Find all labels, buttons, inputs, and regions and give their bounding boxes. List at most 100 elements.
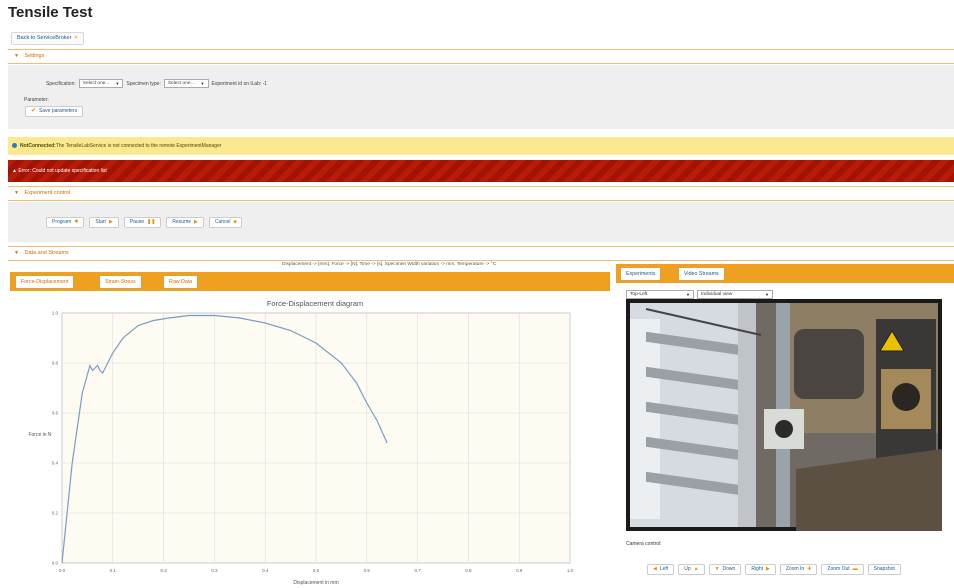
x-tick-label: 0.2	[160, 568, 167, 573]
zoom-in-label: Zoom In	[785, 566, 805, 572]
tab-force-displacement[interactable]: Force-Displacement	[15, 275, 75, 289]
camera-right-label: Right	[751, 566, 763, 572]
view-mode-select-value: Individual view	[701, 292, 733, 297]
tab-experiments[interactable]: Experiments	[620, 267, 662, 281]
zoom-in-button[interactable]: Zoom In ✚	[779, 564, 818, 575]
camera-up-button[interactable]: Up ▲	[678, 564, 705, 575]
experiment-control-header[interactable]: ▼ Experiment control	[8, 186, 954, 201]
stop-icon: ■	[233, 219, 237, 225]
video-frame-image	[626, 299, 942, 531]
collapse-triangle-icon: ▼	[14, 190, 19, 196]
specimen-select-value: Select one...	[167, 81, 195, 86]
camera-control-buttons: ◀ Left Up ▲ ▼ Down Right ▶ Zoom In ✚ Zoo…	[647, 564, 901, 575]
gear-icon: ✱	[74, 219, 79, 225]
experiment-control-label: Experiment control	[24, 190, 71, 196]
zoom-out-button[interactable]: Zoom Out ▬	[821, 564, 864, 575]
y-tick-label: 0.8	[52, 361, 59, 366]
cancel-button[interactable]: Cancel ■	[208, 217, 243, 228]
x-tick-label: 0.9	[516, 568, 523, 573]
view-mode-select[interactable]: Individual view ▼	[697, 290, 773, 299]
x-tick-label: 0.4	[262, 568, 269, 573]
arrow-up-icon: ▲	[693, 566, 699, 572]
resume-icon: ▶	[194, 219, 198, 225]
zoom-in-icon: ✚	[807, 566, 812, 572]
camera-up-label: Up	[684, 566, 691, 572]
start-button[interactable]: Start ▶	[89, 217, 119, 228]
chevron-down-icon: ▼	[115, 81, 120, 86]
force-displacement-chart: Force-Displacement diagram 0.0 0.1 0.2 0.3 0…	[28, 299, 573, 586]
data-streams-label: Data and Streams	[24, 250, 69, 256]
save-parameters-label: Save parameters	[39, 108, 78, 114]
chart-title: Force-Displacement diagram	[267, 299, 363, 308]
cancel-button-label: Cancel	[214, 219, 231, 225]
y-tick-label: 0.4	[52, 461, 59, 466]
play-icon: ▶	[108, 219, 113, 225]
back-to-servicebroker-button[interactable]: Back to ServiceBroker »	[11, 32, 84, 45]
experiment-id-text: Experiment id on iLab: -1	[211, 80, 268, 87]
camera-right-button[interactable]: Right ▶	[745, 564, 776, 575]
program-button[interactable]: Program ✱	[46, 217, 85, 228]
resume-button[interactable]: Resume ▶	[166, 217, 204, 228]
data-streams-header[interactable]: ▼ Data and Streams	[8, 246, 954, 261]
start-button-label: Start	[95, 219, 106, 225]
specification-select[interactable]: Select one... ▼	[78, 79, 124, 88]
tab-video-streams[interactable]: Video Streams	[678, 267, 725, 281]
collapse-triangle-icon: ▼	[14, 250, 19, 256]
experiment-control-buttons: Program ✱ Start ▶ Pause ❚❚ Resume ▶ Canc…	[46, 217, 243, 228]
specimen-select[interactable]: Select one... ▼	[163, 79, 209, 88]
error-text: Error: Could not update specification li…	[18, 168, 107, 174]
camera-left-label: Left	[659, 566, 669, 572]
camera-left-button[interactable]: ◀ Left	[647, 564, 675, 575]
info-icon	[12, 143, 17, 148]
resume-button-label: Resume	[172, 219, 192, 225]
tab-raw-data[interactable]: Raw Data	[163, 275, 199, 289]
page-title: Tensile Test	[8, 4, 93, 21]
camera-control-label: Camera control:	[626, 541, 662, 547]
snapshot-button[interactable]: Snapshot	[867, 564, 901, 575]
y-tick-label: 0.6	[52, 411, 59, 416]
settings-row: Specification: Select one... ▼ Specimen …	[46, 79, 267, 88]
y-tick-label: 0.2	[52, 511, 59, 516]
error-alert: ▲ Error: Could not update specification …	[8, 160, 954, 182]
x-tick-label: 0.0	[59, 568, 66, 573]
data-tabs-bar: Force-Displacement Strain-Stress Raw Dat…	[10, 272, 610, 291]
arrow-right-icon: »	[74, 35, 78, 41]
video-stream	[626, 299, 942, 531]
settings-section-header[interactable]: ▼ Settings	[8, 49, 954, 64]
zoom-out-label: Zoom Out	[827, 566, 850, 572]
warning-strong-text: NotConnected:	[20, 143, 56, 149]
chart-area: Force-Displacement diagram 0.0 0.1 0.2 0.3 0…	[10, 291, 610, 588]
x-tick-label: 0.7	[414, 568, 421, 573]
units-description: Displacement -> [mm], Force -> [N], Time…	[282, 262, 497, 267]
chevron-down-icon: ▼	[200, 81, 205, 86]
x-tick-label: 0.3	[211, 568, 218, 573]
specification-select-value: Select one...	[82, 81, 110, 86]
y-tick-label: 0.0	[52, 561, 59, 566]
right-tabs-bar: Experiments Video Streams	[616, 264, 954, 283]
snapshot-label: Snapshot	[873, 566, 895, 572]
x-axis-label: Displacement in mm	[293, 580, 338, 586]
arrow-right-icon: ▶	[766, 566, 770, 572]
tab-strain-stress[interactable]: Strain-Stress	[99, 275, 142, 289]
pause-button-label: Pause	[129, 219, 144, 225]
settings-header-label: Settings	[24, 53, 45, 59]
camera-select[interactable]: Top-Left ▼	[626, 290, 694, 299]
parameter-label: Parameter:	[24, 97, 49, 103]
chevron-down-icon: ▼	[765, 292, 769, 297]
specification-label: Specification:	[46, 80, 76, 87]
camera-down-label: Down	[722, 566, 736, 572]
pause-icon: ❚❚	[147, 219, 156, 225]
warning-text: The TensileLabService is not connected t…	[55, 143, 222, 149]
camera-select-value: Top-Left	[630, 292, 648, 297]
chevron-down-icon: ▼	[686, 292, 690, 297]
save-parameters-button[interactable]: ✔ Save parameters	[25, 106, 84, 117]
tensile-test-page: Tensile Test Back to ServiceBroker » ▼ S…	[0, 0, 954, 588]
y-tick-label: 1.0	[52, 311, 59, 316]
x-tick-label: 0.5	[313, 568, 320, 573]
x-tick-label: 0.1	[110, 568, 117, 573]
zoom-out-icon: ▬	[852, 566, 858, 572]
camera-down-button[interactable]: ▼ Down	[708, 564, 742, 575]
pause-button[interactable]: Pause ❚❚	[123, 217, 162, 228]
back-button-label: Back to ServiceBroker	[17, 35, 72, 41]
x-tick-label: 0.8	[465, 568, 472, 573]
